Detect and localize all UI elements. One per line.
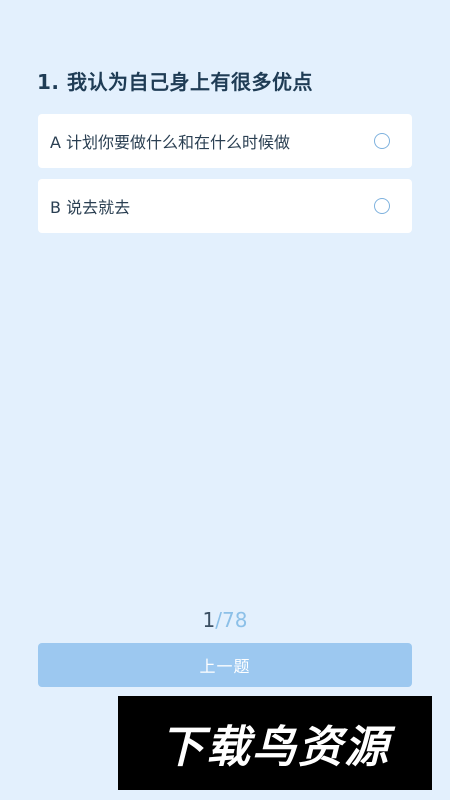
radio-a-icon[interactable] [374, 133, 390, 149]
progress-current: 1 [202, 608, 216, 632]
option-b-label: B 说去就去 [50, 198, 131, 217]
progress-separator: / [215, 608, 223, 632]
previous-question-button[interactable]: 上一题 [38, 643, 412, 687]
radio-b-icon[interactable] [374, 198, 390, 214]
option-b[interactable]: B 说去就去 [38, 179, 412, 233]
watermark-logo: 下载鸟资源 [118, 696, 432, 790]
progress-total: 78 [222, 608, 248, 632]
option-a-label: A 计划你要做什么和在什么时候做 [50, 133, 291, 152]
option-a[interactable]: A 计划你要做什么和在什么时候做 [38, 114, 412, 168]
question-title: 1. 我认为自己身上有很多优点 [37, 70, 313, 94]
progress-indicator: 1/78 [0, 608, 450, 632]
